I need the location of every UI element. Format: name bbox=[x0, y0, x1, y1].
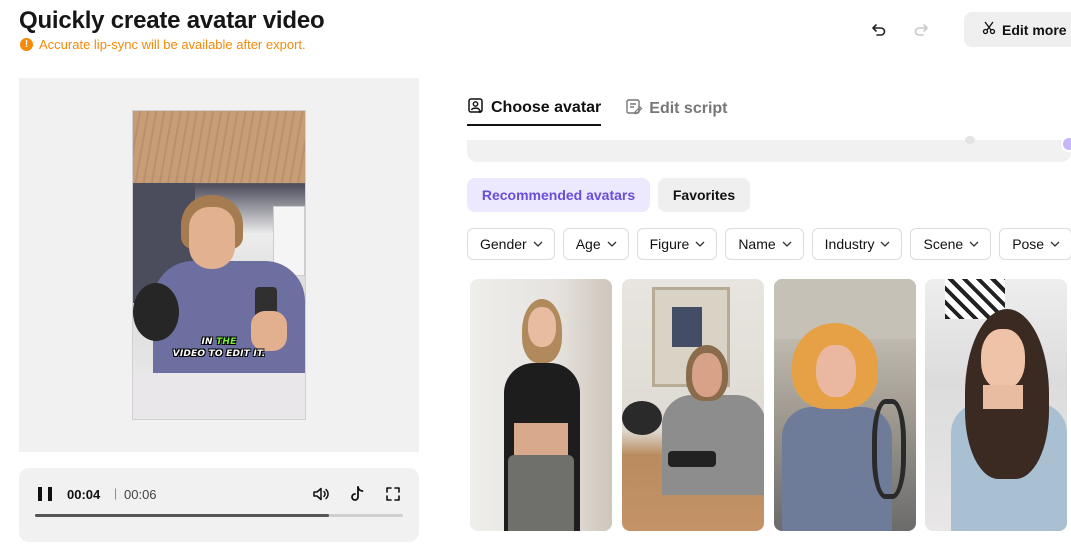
fullscreen-icon[interactable] bbox=[383, 484, 403, 504]
warning-icon: ! bbox=[20, 38, 33, 51]
progress-bar[interactable] bbox=[35, 514, 403, 517]
filter-label: Name bbox=[738, 236, 776, 252]
tab-choose-avatar[interactable]: Choose avatar bbox=[467, 92, 602, 126]
script-icon bbox=[625, 98, 643, 121]
notice-text: Accurate lip-sync will be available afte… bbox=[39, 37, 306, 52]
edit-more-button[interactable]: Edit more bbox=[964, 12, 1071, 47]
recommended-avatars-button[interactable]: Recommended avatars bbox=[467, 178, 650, 212]
avatar-video[interactable]: IN THE VIDEO TO EDIT IT. bbox=[132, 110, 306, 420]
volume-icon[interactable] bbox=[311, 484, 331, 504]
filter-industry[interactable]: Industry bbox=[811, 228, 903, 260]
filter-label: Age bbox=[575, 236, 601, 252]
lip-sync-notice: ! Accurate lip-sync will be available af… bbox=[20, 37, 306, 52]
avatar-search-bar[interactable] bbox=[467, 136, 1071, 162]
avatar-icon bbox=[467, 97, 485, 120]
tab-edit-script[interactable]: Edit script bbox=[625, 92, 728, 126]
progress-fill bbox=[35, 514, 330, 517]
chevron-down-icon bbox=[533, 241, 543, 247]
filter-label: Industry bbox=[824, 236, 875, 252]
filter-pose[interactable]: Pose bbox=[999, 228, 1071, 260]
filter-label: Figure bbox=[649, 236, 690, 252]
panel-tabs: Choose avatar Edit script bbox=[467, 92, 728, 126]
edit-more-label: Edit more bbox=[1002, 21, 1067, 38]
chevron-down-icon bbox=[782, 241, 792, 247]
filter-label: Pose bbox=[1012, 236, 1045, 252]
video-caption-line-1: IN THE bbox=[201, 337, 237, 347]
total-time: 00:06 bbox=[124, 487, 157, 502]
tab-edit-script-label: Edit script bbox=[649, 100, 728, 117]
filter-gender[interactable]: Gender bbox=[467, 228, 555, 260]
filter-name[interactable]: Name bbox=[725, 228, 804, 260]
chevron-down-icon bbox=[607, 241, 617, 247]
filter-figure[interactable]: Figure bbox=[636, 228, 718, 260]
video-player-controls: 00:04 | 00:06 bbox=[19, 468, 419, 542]
page-title: Quickly create avatar video bbox=[19, 7, 325, 34]
filter-scene[interactable]: Scene bbox=[910, 228, 992, 260]
chevron-down-icon bbox=[969, 241, 979, 247]
avatar-card[interactable] bbox=[470, 279, 612, 531]
tiktok-icon[interactable] bbox=[347, 484, 367, 504]
avatar-card[interactable] bbox=[925, 279, 1067, 531]
chevron-down-icon bbox=[881, 241, 890, 247]
time-separator: | bbox=[114, 486, 118, 500]
avatar-card[interactable] bbox=[774, 279, 916, 531]
filter-age[interactable]: Age bbox=[562, 228, 629, 260]
chevron-down-icon bbox=[1050, 241, 1060, 247]
avatar-card[interactable] bbox=[622, 279, 764, 531]
scroll-handle[interactable] bbox=[1061, 136, 1071, 152]
favorites-button[interactable]: Favorites bbox=[658, 178, 750, 212]
redo-icon[interactable] bbox=[911, 20, 931, 40]
pause-icon[interactable] bbox=[38, 487, 52, 501]
chevron-down-icon bbox=[695, 241, 705, 247]
scissors-icon bbox=[982, 21, 996, 38]
current-time: 00:04 bbox=[67, 487, 101, 502]
video-caption-line-2: VIDEO TO EDIT IT. bbox=[172, 349, 266, 359]
video-preview-panel: IN THE VIDEO TO EDIT IT. bbox=[19, 78, 419, 452]
undo-icon[interactable] bbox=[869, 20, 889, 40]
filter-label: Gender bbox=[480, 236, 527, 252]
tab-choose-avatar-label: Choose avatar bbox=[491, 99, 602, 116]
filter-bar: Gender Age Figure Name Industry Scene Po… bbox=[467, 228, 1071, 260]
filter-label: Scene bbox=[923, 236, 964, 252]
